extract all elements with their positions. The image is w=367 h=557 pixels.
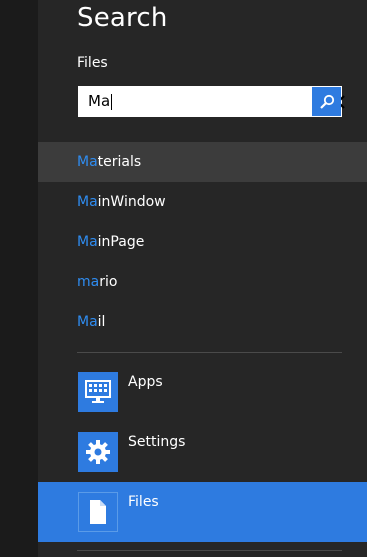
apps-icon [85,380,111,403]
search-pane: Search Files Materials MainWindow MainPa… [38,0,367,557]
suggestion-rest: terials [97,154,142,170]
scope-item-files[interactable]: Files [38,482,367,542]
scope-label: Files [128,494,159,510]
search-button[interactable] [312,87,341,116]
gear-icon [86,440,110,464]
suggestion-rest: rio [99,274,118,290]
scope-label: Apps [128,374,163,390]
suggestion-match: Ma [77,154,98,170]
divider [77,550,342,551]
suggestion-item[interactable]: Ma il [38,302,367,342]
suggestion-item[interactable]: Ma inWindow [38,182,367,222]
suggestion-item[interactable]: Ma inPage [38,222,367,262]
pane-title: Search [77,3,168,33]
suggestion-rest: inPage [97,234,145,250]
divider [77,352,342,353]
scope-item-apps[interactable]: Apps [38,362,367,422]
text-caret [111,94,112,110]
apps-tile [78,372,118,412]
suggestion-rest: il [97,314,106,330]
search-icon [319,94,334,109]
suggestion-item[interactable]: Ma terials [38,142,367,182]
file-icon [90,500,106,524]
scope-label: Settings [128,434,186,450]
search-box[interactable] [78,86,345,117]
files-tile [78,492,118,532]
background-strip [0,0,38,557]
suggestion-match: ma [77,274,100,290]
scope-item-settings[interactable]: Settings [38,422,367,482]
suggestion-match: Ma [77,234,98,250]
suggestion-match: Ma [77,314,98,330]
suggestion-item[interactable]: ma rio [38,262,367,302]
settings-tile [78,432,118,472]
search-scope-label: Files [77,55,108,71]
suggestion-rest: inWindow [97,194,166,210]
suggestion-match: Ma [77,194,98,210]
